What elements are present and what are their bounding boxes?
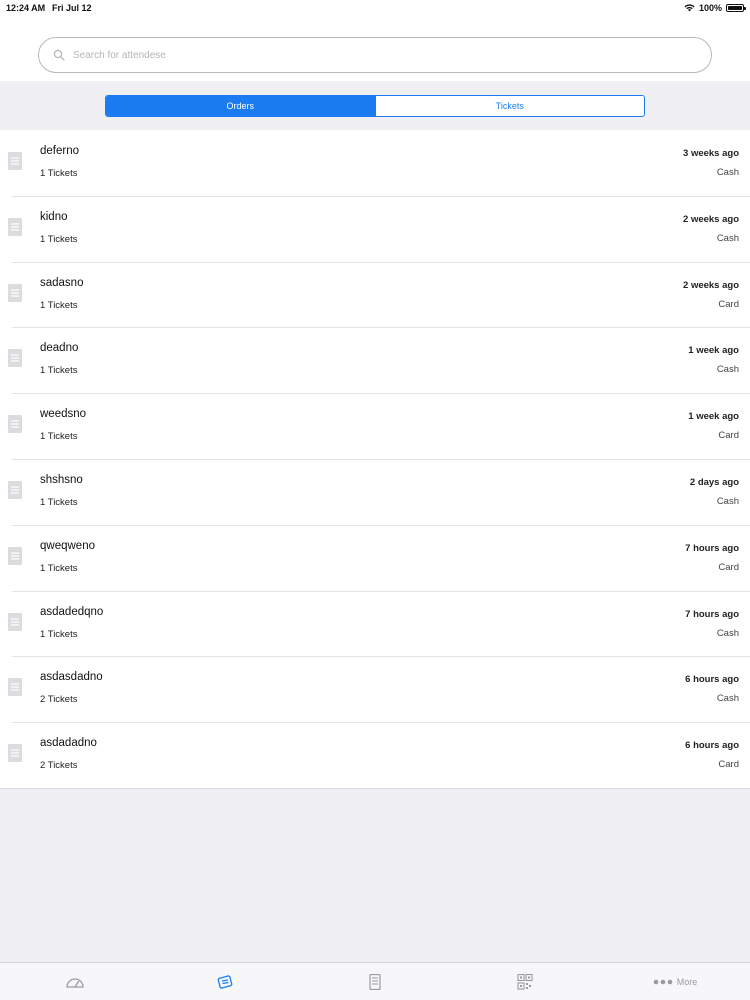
order-name: deferno <box>40 145 80 157</box>
order-ticket-count: 1 Tickets <box>40 562 78 574</box>
search-box[interactable] <box>38 37 712 73</box>
order-time: 7 hours ago <box>685 608 739 620</box>
order-payment-method: Cash <box>716 364 739 376</box>
order-ticket-count: 1 Tickets <box>40 233 78 245</box>
receipt-icon <box>8 283 22 302</box>
status-indicators: 100% <box>684 3 746 13</box>
order-time: 6 hours ago <box>685 740 739 752</box>
tab-orders[interactable] <box>300 963 450 1000</box>
order-payment-method: Card <box>718 759 739 771</box>
segment-orders[interactable]: Orders <box>106 96 375 116</box>
battery-icon <box>726 4 746 12</box>
order-row[interactable]: shshsno 1 Tickets 2 days ago Cash <box>0 458 750 525</box>
receipt-icon <box>8 480 22 499</box>
orders-tickets-segmented-control: Orders Tickets <box>105 95 645 117</box>
order-name: weedsno <box>40 408 87 421</box>
order-row[interactable]: weedsno 1 Tickets 1 week ago Card <box>0 393 750 459</box>
receipt-icon <box>8 349 22 368</box>
order-time: 2 weeks ago <box>683 279 739 291</box>
tab-tickets[interactable] <box>150 963 300 1000</box>
order-payment-method: Card <box>718 298 739 310</box>
order-name: shshsno <box>40 473 83 486</box>
order-ticket-count: 2 Tickets <box>40 694 78 706</box>
order-time: 3 weeks ago <box>683 148 739 159</box>
order-row[interactable]: asdasdadno 2 Tickets 6 hours ago Cash <box>0 656 750 722</box>
order-name: asdadadno <box>40 737 97 750</box>
order-row[interactable]: deferno 1 Tickets 3 weeks ago Cash <box>0 130 750 196</box>
order-time: 1 week ago <box>688 411 739 423</box>
order-payment-method: Card <box>718 561 739 573</box>
order-row[interactable]: kidno 1 Tickets 2 weeks ago Cash <box>0 195 750 262</box>
status-time: 12:24 AM <box>6 3 46 13</box>
order-ticket-count: 1 Tickets <box>40 365 78 377</box>
order-payment-method: Cash <box>716 693 739 705</box>
battery-percent: 100% <box>698 3 722 13</box>
order-name: qweqweno <box>40 539 95 552</box>
order-row[interactable]: sadasno 1 Tickets 2 weeks ago Card <box>0 261 750 328</box>
order-payment-method: Cash <box>716 167 739 178</box>
order-payment-method: Card <box>718 430 739 442</box>
receipt-icon <box>8 744 22 763</box>
tickets-icon <box>217 974 233 989</box>
segment-area: Orders Tickets <box>0 81 750 130</box>
orders-icon <box>369 973 381 990</box>
order-name: kidno <box>40 210 68 223</box>
order-payment-method: Cash <box>716 627 739 639</box>
order-ticket-count: 1 Tickets <box>40 299 78 311</box>
receipt-icon <box>8 612 22 631</box>
order-time: 2 days ago <box>689 476 739 488</box>
dashboard-icon <box>66 977 84 988</box>
tab-more[interactable]: More <box>600 963 750 1000</box>
receipt-icon <box>8 152 22 170</box>
order-ticket-count: 1 Tickets <box>40 168 78 179</box>
receipt-icon <box>8 678 22 697</box>
search-input[interactable] <box>73 49 673 61</box>
order-name: sadasno <box>40 276 84 289</box>
order-ticket-count: 2 Tickets <box>40 760 78 772</box>
order-time: 7 hours ago <box>685 542 739 554</box>
receipt-icon <box>8 217 22 236</box>
order-name: deadno <box>40 342 79 355</box>
more-dots-icon <box>653 979 673 984</box>
order-ticket-count: 1 Tickets <box>40 431 78 443</box>
status-bar: 12:24 AM Fri Jul 12 100% <box>0 0 750 16</box>
status-date: Fri Jul 12 <box>52 3 92 13</box>
search-icon <box>53 49 65 61</box>
order-name: asdadedqno <box>40 605 104 618</box>
order-row[interactable]: asdadadno 2 Tickets 6 hours ago Card <box>0 722 750 788</box>
order-time: 1 week ago <box>688 345 739 357</box>
search-area <box>0 16 750 81</box>
tab-more-label: More <box>676 976 698 987</box>
order-payment-method: Cash <box>716 232 739 244</box>
receipt-icon <box>8 546 22 565</box>
wifi-icon <box>684 4 695 12</box>
order-time: 2 weeks ago <box>683 213 739 225</box>
tab-bar: More <box>0 962 750 1000</box>
order-ticket-count: 1 Tickets <box>40 496 78 508</box>
order-row[interactable]: deadno 1 Tickets 1 week ago Cash <box>0 327 750 393</box>
order-payment-method: Cash <box>716 495 739 507</box>
order-time: 6 hours ago <box>685 674 739 686</box>
order-name: asdasdadno <box>40 671 103 684</box>
tab-dashboard[interactable] <box>0 963 150 1000</box>
tab-scan[interactable] <box>450 963 600 1000</box>
order-row[interactable]: qweqweno 1 Tickets 7 hours ago Card <box>0 524 750 591</box>
qr-scan-icon <box>517 973 533 990</box>
receipt-icon <box>8 415 22 434</box>
order-ticket-count: 1 Tickets <box>40 628 78 640</box>
orders-list: deferno 1 Tickets 3 weeks ago Cash kidno… <box>0 130 750 789</box>
segment-tickets[interactable]: Tickets <box>374 96 644 116</box>
order-row[interactable]: asdadedqno 1 Tickets 7 hours ago Cash <box>0 590 750 657</box>
